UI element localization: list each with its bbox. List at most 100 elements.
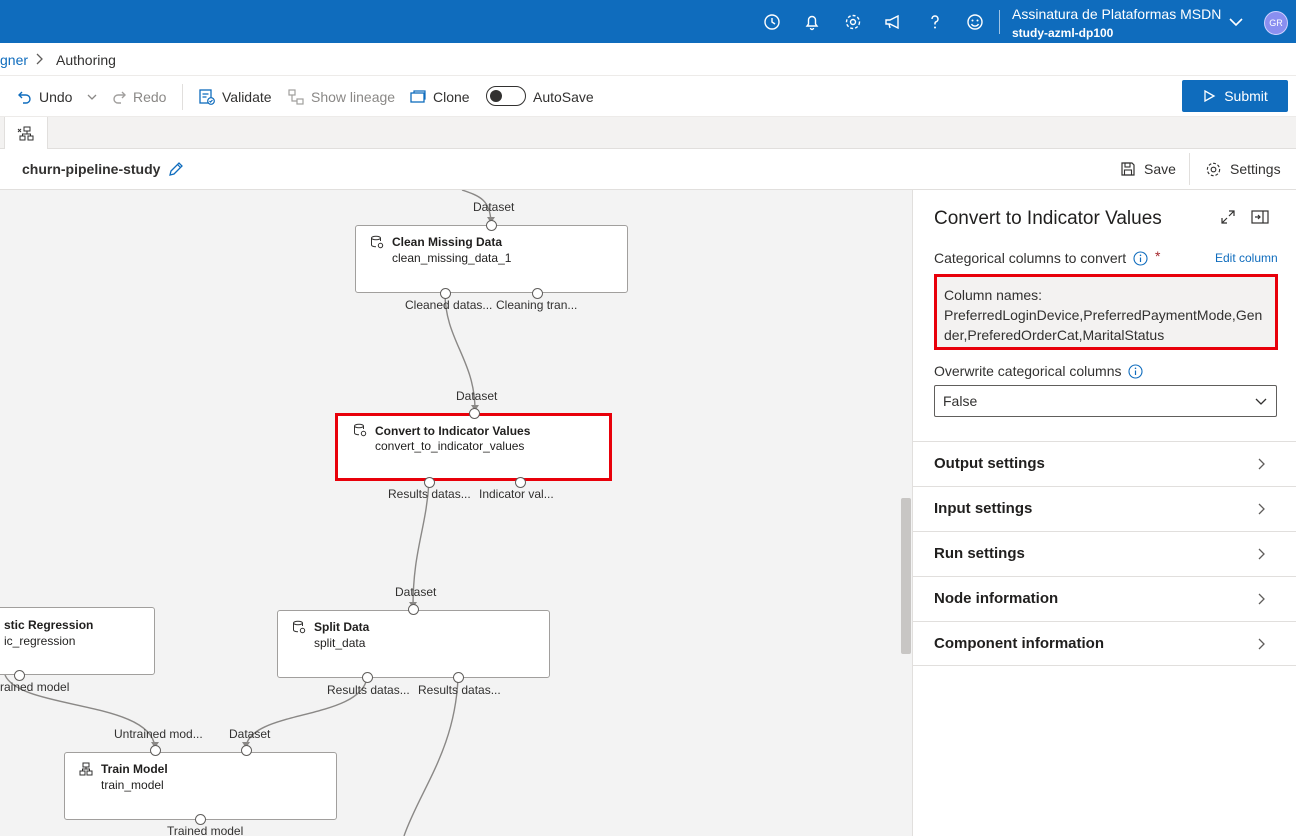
panel-title: Convert to Indicator Values (934, 208, 1162, 229)
undo-icon (18, 91, 31, 104)
validate-icon (199, 89, 215, 105)
column-names-box[interactable]: Column names: PreferredLoginDevice,Prefe… (934, 274, 1278, 350)
account-name[interactable]: Assinatura de Plataformas MSDN (1012, 6, 1221, 22)
save-button[interactable]: Save (1120, 159, 1176, 179)
workspace-name[interactable]: study-azml-dp100 (1012, 26, 1113, 40)
settings-button[interactable]: Settings (1205, 159, 1281, 179)
module-icon (353, 423, 367, 437)
breadcrumb-designer-link[interactable]: gner (0, 52, 28, 68)
overwrite-label: Overwrite categorical columns (934, 363, 1122, 379)
module-icon (292, 620, 306, 634)
bell-icon[interactable] (802, 12, 822, 32)
input-port[interactable] (408, 604, 419, 615)
port-label-results-1: Results datas... (327, 683, 410, 697)
node-split-data[interactable]: Split Data split_data (277, 610, 550, 678)
required-asterisk: * (1155, 248, 1161, 264)
section-run-settings[interactable]: Run settings (913, 531, 1296, 576)
toggle-knob (490, 90, 502, 102)
input-port[interactable] (486, 220, 497, 231)
info-icon[interactable] (1128, 364, 1143, 379)
chevron-right-icon (1256, 592, 1268, 606)
node-train-model[interactable]: Train Model train_model (64, 752, 337, 820)
chevron-down-icon (1254, 395, 1268, 409)
validate-button[interactable]: Validate (198, 86, 272, 108)
properties-panel: Convert to Indicator Values Categorical … (912, 190, 1296, 836)
output-port[interactable] (453, 672, 464, 683)
history-icon[interactable] (762, 12, 782, 32)
clone-icon (410, 90, 426, 103)
node-title: Split Data (314, 620, 370, 634)
port-label-untrained-in: Untrained mod... (114, 727, 203, 741)
topbar-divider (999, 10, 1000, 34)
section-title: Input settings (934, 500, 1033, 517)
node-clean-missing-data[interactable]: Clean Missing Data clean_missing_data_1 (355, 225, 628, 293)
port-label-cleaned: Cleaned datas... (405, 298, 493, 312)
node-convert-to-indicator-values[interactable]: Convert to Indicator Values convert_to_i… (335, 413, 612, 481)
edge-split-to-down (403, 677, 459, 836)
redo-button[interactable]: Redo (111, 86, 166, 108)
redo-label: Redo (133, 89, 167, 105)
help-icon[interactable] (925, 12, 945, 32)
port-label-clean-in: Dataset (473, 200, 515, 214)
clone-label: Clone (433, 89, 470, 105)
input-port[interactable] (241, 745, 252, 756)
avatar[interactable]: GR (1264, 11, 1288, 35)
clone-button[interactable]: Clone (409, 86, 470, 108)
toolbar-separator (182, 84, 183, 110)
submit-label: Submit (1224, 88, 1268, 104)
node-subtitle: convert_to_indicator_values (375, 439, 525, 453)
smiley-icon[interactable] (965, 12, 985, 32)
node-logistic-regression[interactable]: stic Regression ic_regression (0, 607, 155, 675)
show-lineage-button[interactable]: Show lineage (287, 86, 395, 108)
node-title: Convert to Indicator Values (375, 424, 531, 438)
dropdown-value: False (943, 393, 978, 409)
port-label-untrained-out: rained model (0, 680, 70, 694)
expand-icon[interactable] (1220, 209, 1236, 225)
node-title: Train Model (101, 762, 168, 776)
top-bar: Assinatura de Plataformas MSDN study-azm… (0, 0, 1296, 43)
section-component-information[interactable]: Component information (913, 621, 1296, 666)
save-label: Save (1144, 161, 1176, 177)
undo-button[interactable]: Undo (17, 86, 72, 108)
chevron-right-icon (1256, 637, 1268, 651)
section-node-information[interactable]: Node information (913, 576, 1296, 621)
toolbar: Undo Redo Validate Show lineage Clone Au… (0, 75, 1296, 117)
gear-icon[interactable] (843, 12, 863, 32)
chevron-down-icon[interactable] (1226, 12, 1246, 32)
tab-pipeline[interactable] (4, 117, 48, 150)
output-port[interactable] (362, 672, 373, 683)
undo-label: Undo (39, 89, 73, 105)
autosave-toggle[interactable] (486, 86, 526, 106)
lineage-icon (288, 89, 304, 105)
section-output-settings[interactable]: Output settings (913, 441, 1296, 486)
edit-pencil-icon[interactable] (167, 160, 185, 178)
node-title: Clean Missing Data (392, 235, 503, 249)
pipeline-icon (17, 126, 34, 140)
pipeline-name: churn-pipeline-study (22, 161, 161, 177)
edit-column-link[interactable]: Edit column (1215, 251, 1278, 265)
port-label-cleaning: Cleaning tran... (496, 298, 578, 312)
chevron-right-icon (1256, 457, 1268, 471)
collapse-panel-icon[interactable] (1251, 209, 1269, 225)
info-icon[interactable] (1133, 251, 1148, 266)
section-input-settings[interactable]: Input settings (913, 486, 1296, 531)
feedback-icon[interactable] (883, 12, 903, 32)
pipeline-canvas[interactable]: Dataset Clean Missing Data clean_missing… (0, 190, 912, 836)
undo-dropdown-chevron-icon[interactable] (86, 86, 104, 108)
input-port[interactable] (150, 745, 161, 756)
canvas-scrollbar[interactable] (901, 498, 911, 654)
port-label-results-2: Results datas... (418, 683, 501, 697)
submit-button[interactable]: Submit (1182, 80, 1288, 112)
pipeline-header (0, 149, 1296, 190)
port-label-trained: Trained model (167, 824, 244, 836)
node-subtitle: ic_regression (4, 634, 76, 648)
chevron-right-icon (1256, 502, 1268, 516)
input-port[interactable] (469, 408, 480, 419)
node-subtitle: train_model (101, 778, 164, 792)
port-label-train-dataset: Dataset (229, 727, 271, 741)
play-icon (1204, 89, 1216, 103)
node-subtitle: split_data (314, 636, 366, 650)
overwrite-dropdown[interactable]: False (934, 385, 1277, 417)
column-names-value: PreferredLoginDevice,PreferredPaymentMod… (944, 307, 1263, 343)
validate-label: Validate (222, 89, 272, 105)
